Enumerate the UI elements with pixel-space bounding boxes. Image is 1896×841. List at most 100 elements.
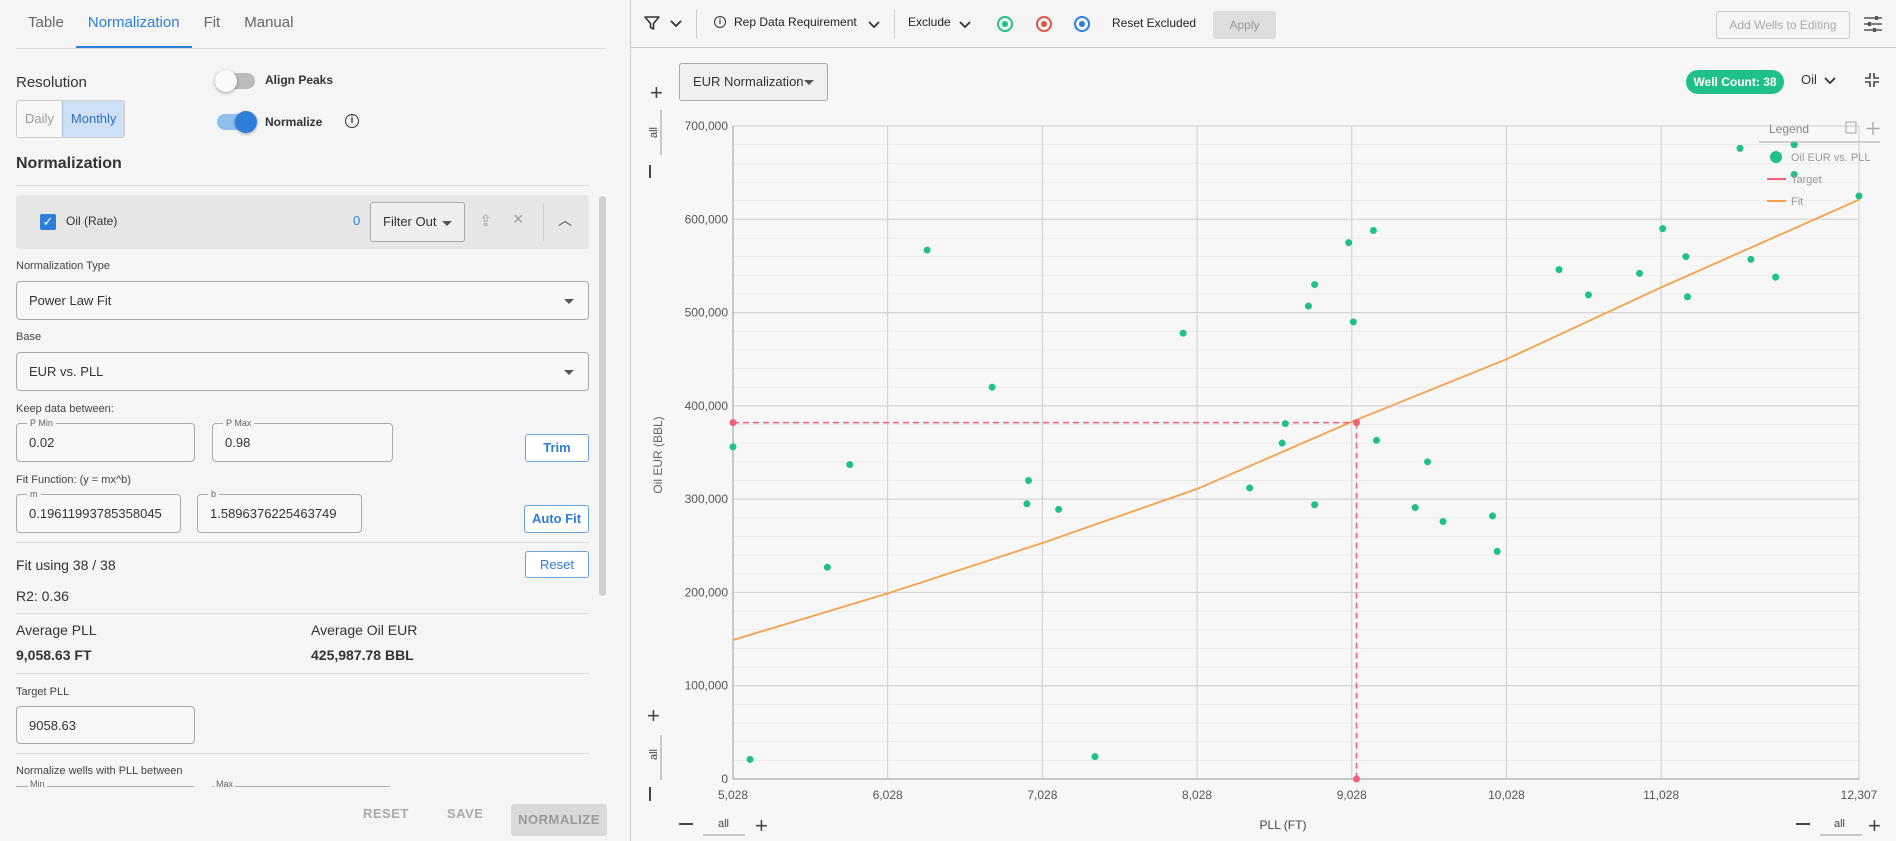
normalization-type-select[interactable]: Power Law Fit bbox=[16, 281, 589, 320]
data-point[interactable] bbox=[1246, 484, 1254, 492]
oil-rate-checkbox[interactable]: ✓ bbox=[40, 214, 56, 230]
close-icon[interactable]: × bbox=[513, 209, 524, 230]
align-peaks-toggle[interactable] bbox=[215, 70, 255, 92]
data-point[interactable] bbox=[923, 246, 931, 254]
y-all-top-label[interactable]: all bbox=[648, 127, 660, 138]
data-point[interactable] bbox=[1555, 266, 1563, 274]
chevron-down-icon bbox=[564, 299, 574, 304]
data-point[interactable] bbox=[1311, 281, 1319, 289]
data-point[interactable] bbox=[1349, 318, 1357, 326]
data-point[interactable] bbox=[1369, 226, 1377, 234]
x-all-left-label[interactable]: all bbox=[718, 818, 729, 830]
resolution-monthly-button[interactable]: Monthly bbox=[61, 101, 125, 137]
data-point[interactable] bbox=[1024, 476, 1032, 484]
data-point[interactable] bbox=[1772, 273, 1780, 281]
y-all-bottom-label[interactable]: all bbox=[648, 749, 660, 760]
data-point[interactable] bbox=[1091, 753, 1099, 761]
filter-out-dropdown[interactable]: Filter Out bbox=[370, 202, 465, 242]
footer-save-button[interactable]: SAVE bbox=[447, 806, 483, 821]
data-point[interactable] bbox=[1736, 144, 1744, 152]
panel-scrollbar[interactable] bbox=[599, 196, 606, 596]
data-point[interactable] bbox=[1411, 504, 1419, 512]
normalization-heading: Normalization bbox=[16, 155, 122, 172]
data-point[interactable] bbox=[1635, 269, 1643, 277]
data-point[interactable] bbox=[988, 383, 996, 391]
data-point[interactable] bbox=[1281, 420, 1289, 428]
p-min-input[interactable]: P Min 0.02 bbox=[16, 417, 195, 462]
exclude-dropdown[interactable]: Exclude bbox=[908, 15, 951, 29]
data-points[interactable] bbox=[729, 141, 1863, 763]
copy-icon[interactable] bbox=[1845, 121, 1857, 134]
auto-fit-button[interactable]: Auto Fit bbox=[524, 505, 589, 533]
data-point[interactable] bbox=[1304, 302, 1312, 310]
legend-marker-points bbox=[1770, 151, 1782, 163]
data-point[interactable] bbox=[823, 563, 831, 571]
x-all-right-label[interactable]: all bbox=[1834, 818, 1845, 830]
data-point[interactable] bbox=[729, 443, 737, 451]
resolution-daily-button[interactable]: Daily bbox=[17, 101, 62, 137]
max-input[interactable]: Max bbox=[212, 779, 390, 789]
reset-excluded-button[interactable]: Reset Excluded bbox=[1112, 16, 1196, 30]
data-point[interactable] bbox=[1373, 436, 1381, 444]
data-point[interactable] bbox=[1682, 253, 1690, 261]
reset-button[interactable]: Reset bbox=[525, 551, 589, 578]
data-point[interactable] bbox=[1659, 225, 1667, 233]
chevron-down-icon[interactable] bbox=[958, 18, 972, 33]
move-icon[interactable] bbox=[1866, 122, 1880, 135]
apply-button[interactable]: Apply bbox=[1213, 11, 1276, 39]
data-point[interactable] bbox=[1311, 501, 1319, 509]
data-point[interactable] bbox=[1345, 239, 1353, 247]
data-point[interactable] bbox=[1683, 293, 1691, 301]
zoom-in-y-top-icon[interactable]: + bbox=[650, 80, 663, 105]
b-input[interactable]: b 1.5896376225463749 bbox=[197, 488, 362, 533]
tab-manual[interactable]: Manual bbox=[232, 0, 305, 48]
chevron-up-icon[interactable]: ︿ bbox=[558, 210, 572, 230]
red-radio-icon[interactable] bbox=[1036, 16, 1052, 32]
p-max-input[interactable]: P Max 0.98 bbox=[212, 417, 393, 462]
tab-fit[interactable]: Fit bbox=[192, 0, 233, 48]
green-radio-icon[interactable] bbox=[997, 16, 1013, 32]
data-point[interactable] bbox=[746, 755, 754, 763]
target-pll-input[interactable]: 9058.63 bbox=[16, 706, 195, 744]
min-input[interactable]: Min bbox=[16, 779, 194, 789]
data-point[interactable] bbox=[1424, 458, 1432, 466]
data-point[interactable] bbox=[1584, 291, 1592, 299]
upload-icon[interactable]: ⇪ bbox=[479, 211, 492, 231]
footer-reset-button[interactable]: RESET bbox=[363, 806, 409, 821]
filter-icon[interactable] bbox=[643, 14, 661, 37]
data-point[interactable] bbox=[846, 461, 854, 469]
trim-button[interactable]: Trim bbox=[525, 434, 589, 462]
zoom-in-x-left-icon[interactable]: + bbox=[755, 813, 768, 838]
add-wells-button[interactable]: Add Wells to Editing bbox=[1716, 11, 1850, 39]
settings-sliders-icon[interactable] bbox=[1863, 14, 1883, 37]
data-point[interactable] bbox=[1023, 500, 1031, 508]
blue-radio-icon[interactable] bbox=[1074, 16, 1090, 32]
base-select[interactable]: EUR vs. PLL bbox=[16, 352, 589, 391]
chevron-down-icon[interactable] bbox=[867, 18, 881, 33]
data-point[interactable] bbox=[1439, 518, 1447, 526]
m-input[interactable]: m 0.19611993785358045 bbox=[16, 488, 181, 533]
tab-normalization[interactable]: Normalization bbox=[75, 0, 192, 48]
data-point[interactable] bbox=[1489, 512, 1497, 520]
data-point[interactable] bbox=[1747, 255, 1755, 263]
normalize-toggle[interactable] bbox=[217, 111, 257, 133]
chevron-down-icon[interactable] bbox=[669, 17, 683, 32]
divider bbox=[543, 203, 544, 241]
rep-data-dropdown[interactable]: Rep Data Requirement bbox=[734, 15, 857, 29]
y-tick-label: 200,000 bbox=[685, 585, 729, 599]
average-pll-label: Average PLL bbox=[16, 622, 97, 638]
data-point[interactable] bbox=[1855, 192, 1863, 200]
zoom-in-y-bottom-icon[interactable]: + bbox=[647, 703, 660, 728]
info-icon[interactable]: i bbox=[345, 114, 359, 128]
data-point[interactable] bbox=[1278, 439, 1286, 447]
data-point[interactable] bbox=[1055, 505, 1063, 513]
data-point[interactable] bbox=[1179, 329, 1187, 337]
tab-table[interactable]: Table bbox=[16, 0, 76, 48]
scatter-chart[interactable]: 0 100,000 200,000 300,000 400,000 500,000 600,… bbox=[630, 49, 1896, 841]
y-tick-label: 600,000 bbox=[685, 212, 729, 226]
normalize-button[interactable]: NORMALIZE bbox=[511, 804, 607, 836]
zoom-in-x-right-icon[interactable]: + bbox=[1868, 813, 1881, 838]
data-point[interactable] bbox=[1493, 547, 1501, 555]
y-tick-label: 400,000 bbox=[685, 399, 729, 413]
x-tick-label: 8,028 bbox=[1182, 788, 1212, 802]
